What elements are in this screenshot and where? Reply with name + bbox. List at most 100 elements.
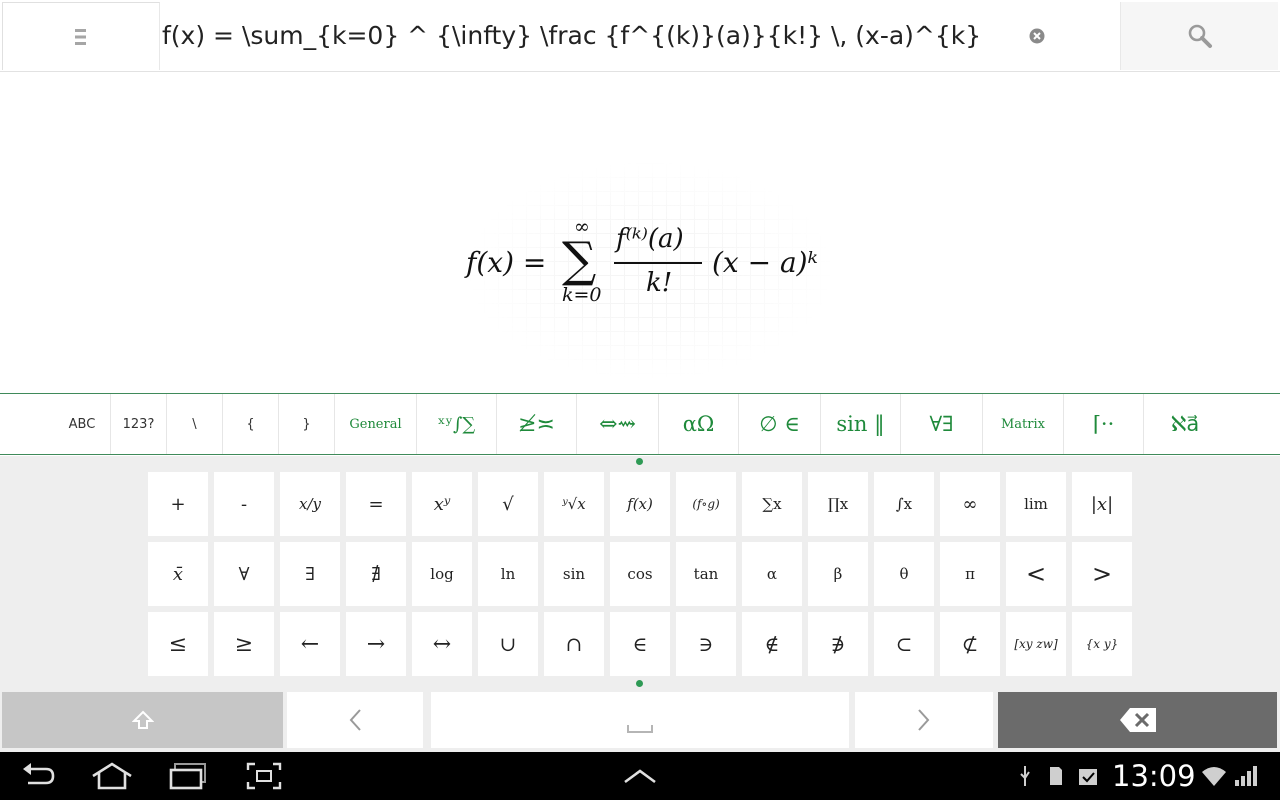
usb-icon xyxy=(1014,760,1036,792)
symbol-category-bar: ABC 123? \ { } General ˣʸ∫∑ ≱≍ ⇔⇝ αΩ ∅ ∈… xyxy=(0,393,1280,455)
formula-lhs: f(x) = xyxy=(466,246,547,279)
key-fraction[interactable]: x/y xyxy=(280,472,340,536)
status-clock: 13:09 xyxy=(1112,759,1196,793)
key-cases[interactable]: {x y} xyxy=(1072,612,1132,676)
category-logic[interactable]: ∀∃ xyxy=(901,394,983,454)
clipboard-check-icon xyxy=(1074,760,1102,792)
key-infinity[interactable]: ∞ xyxy=(940,472,1000,536)
key-not-exists[interactable]: ∄ xyxy=(346,542,406,606)
key-limit[interactable]: lim xyxy=(1006,472,1066,536)
sd-card-icon xyxy=(1044,760,1068,792)
fraction-bar xyxy=(614,262,702,264)
key-greater-than[interactable]: > xyxy=(1072,542,1132,606)
key-not-subset[interactable]: ⊄ xyxy=(940,612,1000,676)
key-beta[interactable]: β xyxy=(808,542,868,606)
home-button[interactable] xyxy=(90,760,134,792)
category-open-brace[interactable]: { xyxy=(223,394,279,454)
key-pi[interactable]: π xyxy=(940,542,1000,606)
chevron-up-icon xyxy=(624,769,656,784)
key-nth-root[interactable]: ʸ√x xyxy=(544,472,604,536)
key-exists[interactable]: ∃ xyxy=(280,542,340,606)
system-navigation-bar: 13:09 xyxy=(0,752,1280,800)
chevron-left-icon xyxy=(349,709,361,731)
category-greek[interactable]: αΩ xyxy=(659,394,739,454)
formula-input[interactable]: f(x) = \sum_{k=0} ^ {\infty} \frac {f^{(… xyxy=(162,10,1022,62)
key-equals[interactable]: = xyxy=(346,472,406,536)
key-sqrt[interactable]: √ xyxy=(478,472,538,536)
clear-icon xyxy=(1029,28,1045,44)
key-contains[interactable]: ∋ xyxy=(676,612,736,676)
page-indicator-top xyxy=(636,458,643,465)
key-right-arrow[interactable]: → xyxy=(346,612,406,676)
cursor-left-key[interactable] xyxy=(287,692,423,748)
category-operators[interactable]: ˣʸ∫∑ xyxy=(417,394,497,454)
key-matrix[interactable]: [xy zw] xyxy=(1006,612,1066,676)
category-arrows[interactable]: ⇔⇝ xyxy=(577,394,659,454)
key-integral[interactable]: ∫x xyxy=(874,472,934,536)
key-not-element[interactable]: ∉ xyxy=(742,612,802,676)
sum-symbol: ∑ xyxy=(562,232,597,288)
key-alpha[interactable]: α xyxy=(742,542,802,606)
category-numbers[interactable]: 123? xyxy=(111,394,167,454)
key-greater-equal[interactable]: ≥ xyxy=(214,612,274,676)
category-general[interactable]: General xyxy=(335,394,417,454)
category-sets[interactable]: ∅ ∈ xyxy=(739,394,821,454)
key-less-equal[interactable]: ≤ xyxy=(148,612,208,676)
key-absolute[interactable]: |x| xyxy=(1072,472,1132,536)
key-intersection[interactable]: ∩ xyxy=(544,612,604,676)
space-key[interactable] xyxy=(431,692,849,748)
formula-rhs: (x − a)ᵏ xyxy=(712,246,818,279)
expand-button[interactable] xyxy=(618,760,662,792)
sum-lower-limit: k=0 xyxy=(562,284,602,306)
recent-apps-button[interactable] xyxy=(166,760,210,792)
key-sum[interactable]: ∑x xyxy=(742,472,802,536)
category-abc[interactable]: ABC xyxy=(54,394,111,454)
signal-icon xyxy=(1232,760,1260,792)
category-matrix[interactable]: Matrix xyxy=(983,394,1064,454)
math-keyboard: + - x/y = xʸ √ ʸ√x f(x) (f∘g) ∑x ∏x ∫x ∞… xyxy=(0,456,1280,752)
key-mean[interactable]: x̄ xyxy=(148,542,208,606)
cursor-right-key[interactable] xyxy=(855,692,993,748)
key-product[interactable]: ∏x xyxy=(808,472,868,536)
category-misc[interactable]: ℵa⃗ xyxy=(1144,394,1226,454)
screenshot-button[interactable] xyxy=(242,760,286,792)
category-functions[interactable]: sin ‖ xyxy=(821,394,901,454)
key-element-of[interactable]: ∈ xyxy=(610,612,670,676)
key-both-arrow[interactable]: ↔ xyxy=(412,612,472,676)
category-backslash[interactable]: \ xyxy=(167,394,223,454)
home-icon xyxy=(92,762,132,790)
key-less-than[interactable]: < xyxy=(1006,542,1066,606)
key-theta[interactable]: θ xyxy=(874,542,934,606)
key-tan[interactable]: tan xyxy=(676,542,736,606)
back-icon xyxy=(23,763,55,785)
key-sin[interactable]: sin xyxy=(544,542,604,606)
key-cos[interactable]: cos xyxy=(610,542,670,606)
key-power[interactable]: xʸ xyxy=(412,472,472,536)
app-window: f(x) = \sum_{k=0} ^ {\infty} \frac {f^{(… xyxy=(0,0,1280,800)
key-function[interactable]: f(x) xyxy=(610,472,670,536)
back-button[interactable] xyxy=(16,760,60,792)
category-brackets[interactable]: ⌈·· xyxy=(1064,394,1144,454)
key-union[interactable]: ∪ xyxy=(478,612,538,676)
key-subset[interactable]: ⊂ xyxy=(874,612,934,676)
delete-key[interactable] xyxy=(998,692,1277,748)
shift-key[interactable] xyxy=(2,692,283,748)
fraction-denominator: k! xyxy=(646,268,673,298)
category-close-brace[interactable]: } xyxy=(279,394,335,454)
menu-button[interactable] xyxy=(2,2,160,70)
key-plus[interactable]: + xyxy=(148,472,208,536)
key-minus[interactable]: - xyxy=(214,472,274,536)
key-left-arrow[interactable]: ← xyxy=(280,612,340,676)
key-composition[interactable]: (f∘g) xyxy=(676,472,736,536)
key-ln[interactable]: ln xyxy=(478,542,538,606)
search-icon xyxy=(1188,24,1212,48)
key-for-all[interactable]: ∀ xyxy=(214,542,274,606)
clear-button[interactable] xyxy=(1020,18,1054,54)
search-bar: f(x) = \sum_{k=0} ^ {\infty} \frac {f^{(… xyxy=(0,0,1280,72)
key-log[interactable]: log xyxy=(412,542,472,606)
space-icon xyxy=(627,725,653,733)
category-relations[interactable]: ≱≍ xyxy=(497,394,577,454)
key-not-contains[interactable]: ∌ xyxy=(808,612,868,676)
chevron-right-icon xyxy=(918,709,930,731)
search-button[interactable] xyxy=(1120,2,1278,70)
